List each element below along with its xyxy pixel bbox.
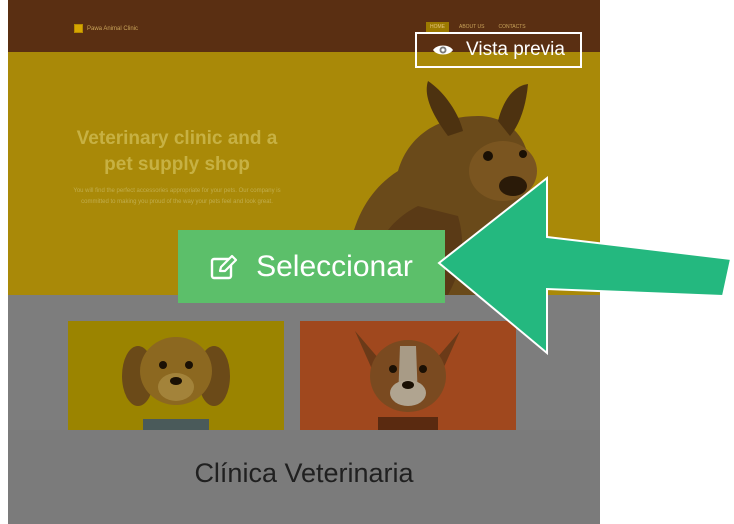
- pointer-arrow-icon: [437, 175, 733, 356]
